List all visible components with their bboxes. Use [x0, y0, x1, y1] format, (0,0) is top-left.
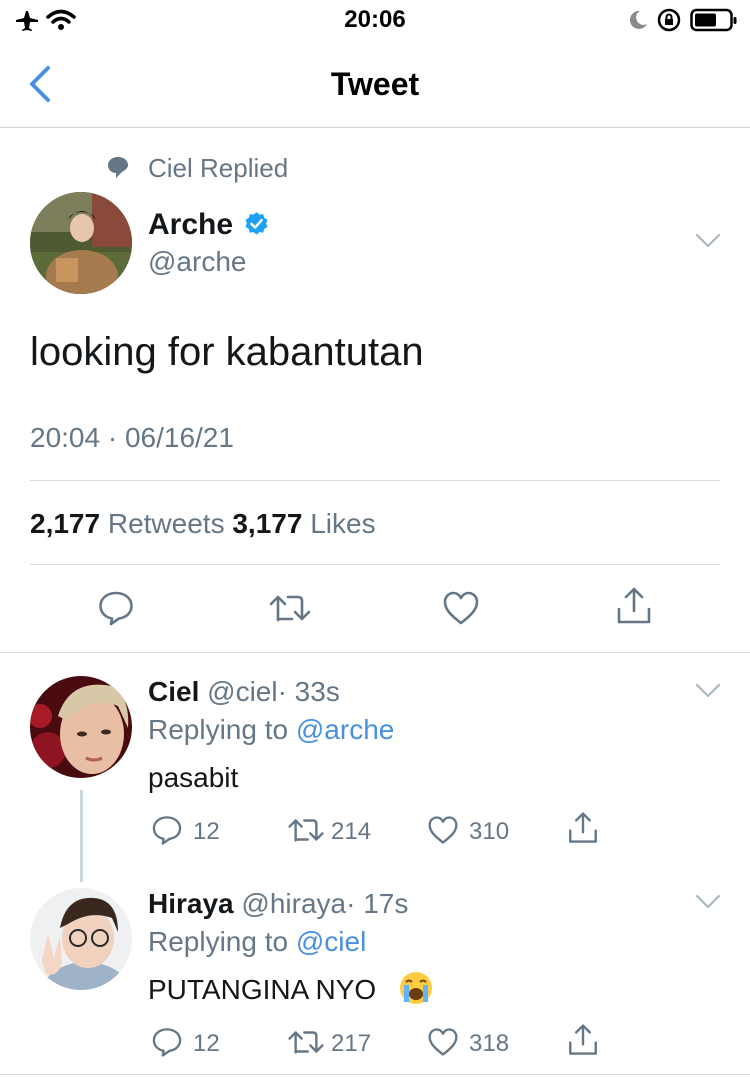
likes-count[interactable]: 3,177 — [232, 508, 302, 539]
tweet-timestamp: 20:04 · 06/16/21 — [30, 422, 234, 453]
battery-icon — [690, 8, 737, 32]
reply-text-row: PUTANGINA NYO — [148, 974, 376, 1006]
reply-time: · 17s — [346, 888, 409, 919]
retweet-button[interactable] — [268, 590, 312, 626]
retweet-button[interactable] — [287, 814, 325, 846]
navigation-bar: Tweet — [0, 40, 750, 128]
replying-to-label: Replying to — [148, 926, 289, 957]
rotation-lock-icon — [657, 8, 681, 32]
reply-button[interactable] — [97, 589, 135, 627]
reply-context-label: Ciel Replied — [148, 153, 289, 183]
retweets-label[interactable]: Retweets — [108, 508, 225, 539]
share-button[interactable] — [566, 811, 600, 845]
moon-icon — [629, 10, 647, 29]
crying-emoji-icon — [400, 972, 432, 1004]
divider — [30, 564, 720, 565]
avatar-photo — [30, 676, 132, 778]
engagement-stats: 2,177 Retweets 3,177 Likes — [30, 508, 376, 540]
replying-to: Replying to @ciel — [148, 926, 366, 958]
reply-count: 12 — [193, 1030, 220, 1057]
reply-header: Hiraya @hiraya· 17s — [148, 888, 408, 920]
avatar-photo — [30, 888, 132, 990]
like-count: 310 — [469, 818, 510, 845]
page-title: Tweet — [330, 66, 420, 102]
avatar-ciel[interactable] — [30, 676, 132, 778]
likes-label[interactable]: Likes — [310, 508, 375, 539]
divider — [30, 480, 720, 481]
reply-author-name[interactable]: Hiraya — [148, 888, 234, 919]
section-divider — [0, 1074, 750, 1075]
reply-count: 12 — [193, 818, 220, 845]
reply-header: Ciel @ciel· 33s — [148, 676, 340, 708]
author-handle[interactable]: @arche — [148, 246, 246, 278]
thread-line — [80, 790, 83, 882]
author-name[interactable]: Arche — [148, 208, 233, 242]
retweets-count[interactable]: 2,177 — [30, 508, 100, 539]
share-button[interactable] — [614, 586, 654, 626]
replying-to-label: Replying to — [148, 714, 289, 745]
reply-text: pasabit — [148, 762, 239, 793]
retweet-count: 214 — [331, 818, 372, 845]
retweet-count: 217 — [331, 1030, 372, 1057]
reply-button[interactable] — [151, 1026, 183, 1058]
like-count: 318 — [469, 1030, 510, 1057]
like-button[interactable] — [442, 590, 480, 626]
reply-author-handle[interactable]: @ciel — [207, 676, 277, 707]
like-button[interactable] — [427, 815, 459, 845]
avatar-photo — [30, 192, 132, 294]
section-divider — [0, 652, 750, 653]
replying-to: Replying to @arche — [148, 714, 394, 746]
tweet-menu-button[interactable] — [695, 232, 721, 250]
reply-author-handle[interactable]: @hiraya — [241, 888, 346, 919]
reply-button[interactable] — [151, 814, 183, 846]
reply-author-name[interactable]: Ciel — [148, 676, 199, 707]
tweet-menu-button[interactable] — [695, 682, 721, 700]
replying-to-link[interactable]: @ciel — [296, 926, 366, 957]
tweet-menu-button[interactable] — [695, 893, 721, 911]
reply-text: PUTANGINA NYO — [148, 974, 377, 1005]
avatar-arche[interactable] — [30, 192, 132, 294]
status-bar: 20:06 — [0, 0, 750, 40]
share-button[interactable] — [566, 1023, 600, 1057]
tweet-text: looking for kabantutan — [30, 330, 424, 374]
retweet-button[interactable] — [287, 1026, 325, 1058]
replying-to-link[interactable]: @arche — [296, 714, 394, 745]
verified-badge-icon — [245, 212, 268, 235]
reply-time: · 33s — [277, 676, 340, 707]
reply-context-icon — [108, 157, 128, 178]
like-button[interactable] — [427, 1027, 459, 1057]
avatar-hiraya[interactable] — [30, 888, 132, 990]
